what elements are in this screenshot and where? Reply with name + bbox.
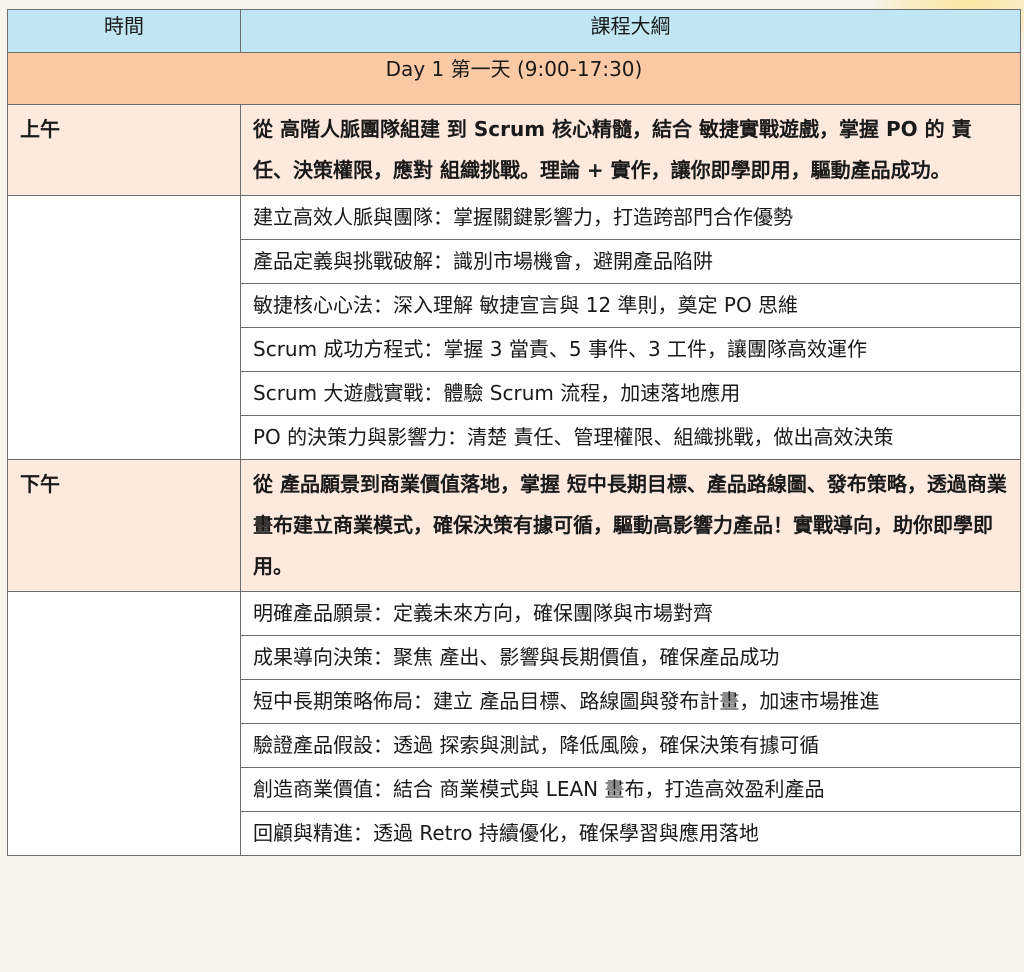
outline-item: 創造商業價值：結合 商業模式與 LEAN 畫布，打造高效盈利產品 [240, 767, 1021, 812]
day-title: Day 1 第一天 (9:00-17:30) [7, 52, 1021, 105]
session-time: 下午 [7, 459, 241, 592]
table-row: 建立高效人脈與團隊：掌握關鍵影響力，打造跨部門合作優勢 [7, 195, 1021, 460]
day-row: Day 1 第一天 (9:00-17:30) [7, 52, 1021, 105]
time-column-header: 時間 [7, 9, 241, 53]
table-header-row: 時間 課程大綱 [7, 9, 1021, 53]
outline-item: 成果導向決策：聚焦 產出、影響與長期價值，確保產品成功 [240, 635, 1021, 680]
session-time: 上午 [7, 104, 241, 196]
outline-item: Scrum 大遊戲實戰：體驗 Scrum 流程，加速落地應用 [240, 371, 1021, 416]
outline-item: 產品定義與挑戰破解：識別市場機會，避開產品陷阱 [240, 239, 1021, 284]
outline-column-header: 課程大綱 [240, 9, 1021, 53]
outline-item: 建立高效人脈與團隊：掌握關鍵影響力，打造跨部門合作優勢 [240, 195, 1021, 240]
outline-item: PO 的決策力與影響力：清楚 責任、管理權限、組織挑戰，做出高效決策 [240, 415, 1021, 460]
session-summary: 從 高階人脈團隊組建 到 Scrum 核心精髓，結合 敏捷實戰遊戲，掌握 PO … [240, 104, 1021, 196]
outline-item: 驗證產品假設：透過 探索與測試，降低風險，確保決策有據可循 [240, 723, 1021, 768]
outline-item: 明確產品願景：定義未來方向，確保團隊與市場對齊 [240, 591, 1021, 636]
empty-time-cell [7, 591, 241, 856]
outline-item: Scrum 成功方程式：掌握 3 當責、5 事件、3 工件，讓團隊高效運作 [240, 327, 1021, 372]
table-row: 明確產品願景：定義未來方向，確保團隊與市場對齊 [7, 591, 1021, 856]
outline-item: 短中長期策略佈局：建立 產品目標、路線圖與發布計畫，加速市場推進 [240, 679, 1021, 724]
course-outline-table: 時間 課程大綱 Day 1 第一天 (9:00-17:30) 上午 從 高階人脈… [7, 9, 1021, 856]
session-row-morning: 上午 從 高階人脈團隊組建 到 Scrum 核心精髓，結合 敏捷實戰遊戲，掌握 … [7, 104, 1021, 196]
session-row-afternoon: 下午 從 產品願景到商業價值落地，掌握 短中長期目標、產品路線圖、發布策略，透過… [7, 459, 1021, 592]
outline-item: 敏捷核心心法：深入理解 敏捷宣言與 12 準則，奠定 PO 思維 [240, 283, 1021, 328]
session-summary: 從 產品願景到商業價值落地，掌握 短中長期目標、產品路線圖、發布策略，透過商業畫… [240, 459, 1021, 592]
outline-item: 回顧與精進：透過 Retro 持續優化，確保學習與應用落地 [240, 811, 1021, 856]
empty-time-cell [7, 195, 241, 460]
